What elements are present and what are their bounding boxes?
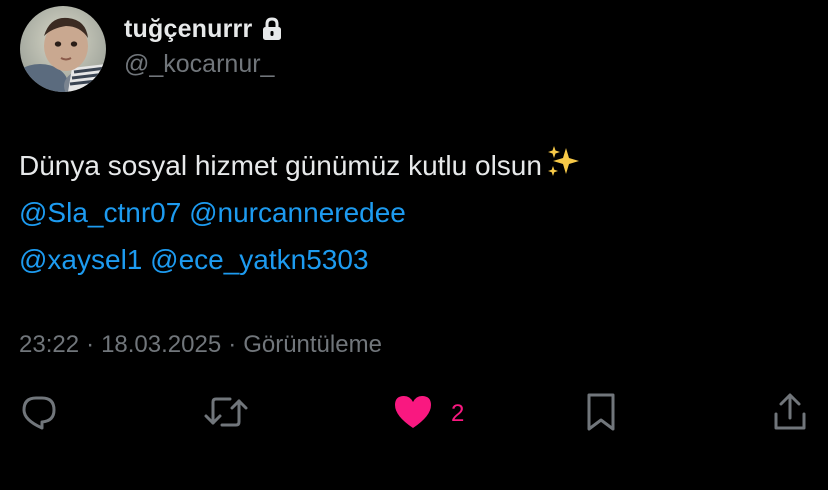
action-bar: 2 (0, 392, 828, 436)
tweet-text: Dünya sosyal hizmet günümüz kutlu olsun … (19, 142, 582, 283)
child-avatar-photo (20, 6, 106, 92)
user-handle[interactable]: @_kocarnur_ (124, 50, 274, 79)
sparkles-icon (546, 145, 582, 193)
avatar[interactable] (20, 6, 106, 92)
bookmark-icon (585, 392, 617, 437)
lock-icon (262, 17, 282, 41)
like-button[interactable]: 2 (393, 392, 464, 436)
reply-button[interactable] (20, 392, 58, 436)
bookmark-button[interactable] (585, 392, 617, 436)
meta-separator: · (228, 331, 237, 358)
retweet-icon (203, 393, 249, 436)
retweet-button[interactable] (203, 392, 249, 436)
mention-link[interactable]: @xaysel1 (19, 244, 142, 275)
user-name-row: tuğçenurrr (124, 13, 282, 45)
tweet-meta: 23:22 · 18.03.2025 · Görüntüleme (19, 331, 382, 359)
like-count: 2 (451, 400, 465, 427)
tweet-date[interactable]: 18.03.2025 (101, 331, 221, 358)
mention-link[interactable]: @Sla_ctnr07 (19, 197, 181, 228)
meta-separator: · (86, 331, 95, 358)
tweet-line-2: @Sla_ctnr07 @nurcanneredee (19, 189, 582, 236)
reply-icon (20, 393, 58, 436)
heart-icon (393, 394, 433, 435)
display-name[interactable]: tuğçenurrr (124, 15, 252, 44)
mention-link[interactable]: @ece_yatkn5303 (150, 244, 368, 275)
mention-link[interactable]: @nurcanneredee (189, 197, 406, 228)
views-label[interactable]: Görüntüleme (243, 331, 382, 358)
tweet-line-1: Dünya sosyal hizmet günümüz kutlu olsun (19, 142, 582, 189)
tweet-line-3: @xaysel1 @ece_yatkn5303 (19, 236, 582, 283)
tweet-body-text: Dünya sosyal hizmet günümüz kutlu olsun (19, 150, 542, 181)
share-button[interactable] (772, 392, 808, 436)
tweet-time[interactable]: 23:22 (19, 331, 79, 358)
share-icon (772, 392, 808, 437)
